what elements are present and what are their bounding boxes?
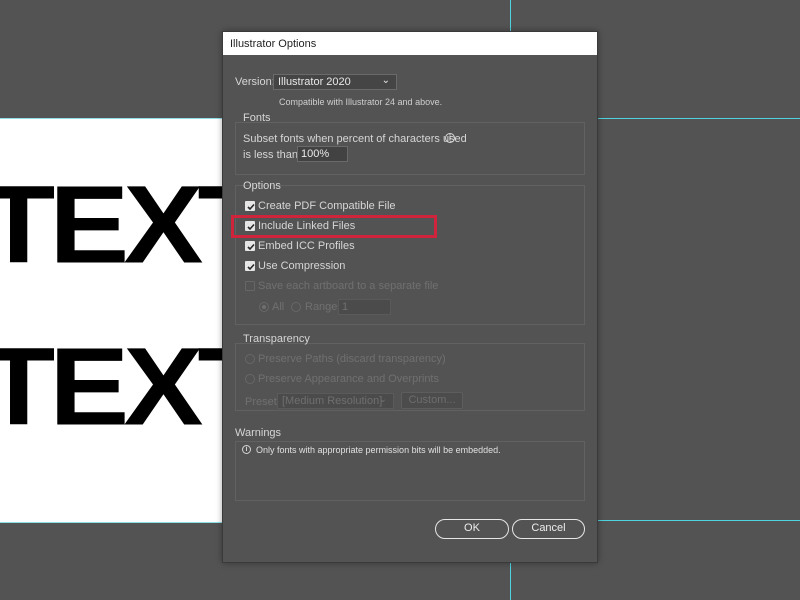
- preset-select-value: [Medium Resolution]: [282, 395, 383, 407]
- version-select[interactable]: Illustrator 2020 ⌄: [273, 74, 397, 90]
- artboard-text-top: TEXT: [0, 163, 222, 287]
- info-icon[interactable]: i: [445, 133, 455, 143]
- embed-icc-checkbox[interactable]: [245, 241, 255, 251]
- transparency-group-title: Transparency: [243, 333, 310, 345]
- create-pdf-label[interactable]: Create PDF Compatible File: [258, 200, 396, 212]
- less-than-label: is less than:: [243, 149, 302, 161]
- artboard: TEXT TEXT: [0, 118, 222, 523]
- preserve-paths-radio[interactable]: [245, 354, 255, 364]
- preset-select[interactable]: [Medium Resolution] ⌄: [277, 393, 394, 409]
- cancel-button[interactable]: Cancel: [512, 519, 585, 539]
- embed-icc-label[interactable]: Embed ICC Profiles: [258, 240, 355, 252]
- warnings-title: Warnings: [235, 427, 282, 439]
- ok-button[interactable]: OK: [435, 519, 509, 539]
- subset-fonts-label: Subset fonts when percent of characters …: [243, 133, 467, 145]
- dialog-title: Illustrator Options: [230, 38, 317, 50]
- range-radio-label[interactable]: Range:: [305, 301, 340, 313]
- options-group-title: Options: [243, 180, 281, 192]
- all-radio[interactable]: [259, 302, 269, 312]
- horizontal-guide: [596, 520, 800, 521]
- chevron-down-icon: ⌄: [381, 75, 390, 86]
- vertical-guide: [510, 562, 511, 600]
- subset-percent-input[interactable]: [297, 146, 348, 162]
- preserve-appearance-radio[interactable]: [245, 374, 255, 384]
- preset-label: Preset:: [245, 396, 280, 408]
- warning-message: Only fonts with appropriate permission b…: [256, 445, 501, 455]
- vertical-guide: [510, 0, 511, 31]
- version-label: Version:: [235, 76, 275, 88]
- chevron-down-icon: ⌄: [378, 394, 387, 405]
- dialog-titlebar[interactable]: Illustrator Options: [223, 32, 597, 55]
- range-radio[interactable]: [291, 302, 301, 312]
- horizontal-guide: [596, 118, 800, 119]
- preserve-appearance-label[interactable]: Preserve Appearance and Overprints: [258, 373, 439, 385]
- use-compression-checkbox[interactable]: [245, 261, 255, 271]
- save-artboards-label[interactable]: Save each artboard to a separate file: [258, 280, 438, 292]
- version-select-value: Illustrator 2020: [278, 76, 351, 88]
- create-pdf-checkbox[interactable]: [245, 201, 255, 211]
- fonts-group-title: Fonts: [243, 112, 271, 124]
- use-compression-label[interactable]: Use Compression: [258, 260, 345, 272]
- all-radio-label[interactable]: All: [272, 301, 284, 313]
- save-artboards-checkbox[interactable]: [245, 281, 255, 291]
- highlight-box: [231, 215, 437, 238]
- illustrator-options-dialog: Illustrator Options Version: Illustrator…: [222, 31, 598, 563]
- range-input[interactable]: [338, 299, 391, 315]
- warning-info-icon: i: [242, 445, 251, 454]
- artboard-text-bottom: TEXT: [0, 325, 222, 449]
- version-compat-note: Compatible with Illustrator 24 and above…: [279, 97, 443, 107]
- custom-button[interactable]: Custom...: [401, 392, 463, 409]
- preserve-paths-label[interactable]: Preserve Paths (discard transparency): [258, 353, 446, 365]
